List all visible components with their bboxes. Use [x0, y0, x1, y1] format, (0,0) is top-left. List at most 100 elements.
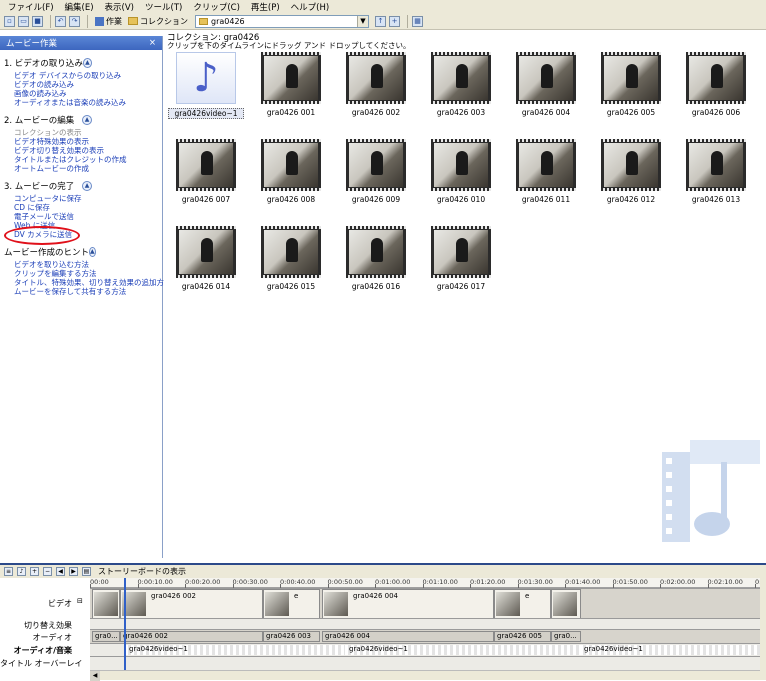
collection-clip[interactable]: gra0426 004 [516, 52, 576, 120]
task-link[interactable]: ビデオを取り込む方法 [14, 260, 162, 269]
rewind-icon[interactable]: ◀ [56, 567, 65, 576]
video-clip[interactable]: e [494, 589, 551, 619]
menu-item[interactable]: 再生(P) [251, 1, 280, 13]
video-clip-thumbnail[interactable] [516, 139, 576, 191]
timeline-ruler[interactable]: 00:00 0:00:10.00 0:00:20.00 0:00:30.00 0:00:… [90, 578, 766, 588]
task-link[interactable]: ビデオ デバイスからの取り込み [14, 71, 162, 80]
play-icon[interactable]: ▶ [69, 567, 78, 576]
new-project-icon[interactable]: ▫ [4, 15, 15, 27]
collection-clip[interactable]: gra0426 013 [686, 139, 746, 207]
narrate-icon[interactable]: ♪ [17, 567, 26, 576]
task-link[interactable]: オーディオまたは音楽の読み込み [14, 98, 162, 107]
video-clip[interactable]: gra0426 004 [322, 589, 494, 619]
storyboard-toggle[interactable]: ストーリーボードの表示 [98, 566, 186, 577]
close-icon[interactable]: × [149, 38, 156, 48]
chevron-up-icon[interactable]: ▲ [82, 115, 92, 125]
zoom-out-icon[interactable]: − [43, 567, 52, 576]
task-link[interactable]: コンピュータに保存 [14, 194, 162, 203]
collection-clip[interactable]: gra0426 010 [431, 139, 491, 207]
collection-clip[interactable]: gra0426 008 [261, 139, 321, 207]
video-clip-thumbnail[interactable] [686, 52, 746, 104]
chevron-down-icon[interactable]: ▼ [357, 15, 368, 27]
vertical-scrollbar[interactable] [760, 578, 766, 680]
collection-clip[interactable]: gra0426 006 [686, 52, 746, 120]
chevron-up-icon[interactable]: ▲ [82, 58, 92, 68]
expand-icon[interactable]: ⊟ [77, 597, 83, 605]
music-clip[interactable]: gra0426video~1 [345, 645, 580, 655]
video-clip[interactable]: gra0426 002 [120, 589, 263, 619]
audio-clip[interactable]: gra0426 004 [322, 631, 494, 642]
video-clip-thumbnail[interactable] [431, 226, 491, 278]
video-clip-thumbnail[interactable] [601, 139, 661, 191]
chevron-up-icon[interactable]: ▲ [89, 247, 96, 257]
audio-track[interactable]: gra0... gra0426 002 gra0426 003 gra0426 004… [90, 629, 766, 643]
collection-clip[interactable]: gra0426 014 [176, 226, 236, 294]
redo-icon[interactable]: ↷ [69, 15, 80, 27]
task-section-title[interactable]: 3. ムービーの完了 ▲ [4, 180, 162, 192]
tasks-button[interactable]: 作業 [92, 15, 125, 28]
view-options-icon[interactable]: ▦ [412, 15, 423, 27]
menu-item[interactable]: 編集(E) [65, 1, 94, 13]
video-clip-thumbnail[interactable] [346, 139, 406, 191]
task-section-title[interactable]: 2. ムービーの編集 ▲ [4, 114, 162, 126]
audio-clip-thumbnail[interactable]: ♪ [176, 52, 236, 104]
video-clip-thumbnail[interactable] [601, 52, 661, 104]
undo-icon[interactable]: ↶ [55, 15, 66, 27]
menu-item[interactable]: クリップ(C) [193, 1, 240, 13]
music-clip[interactable]: gra0426video~1 [125, 645, 345, 655]
video-clip-thumbnail[interactable] [516, 52, 576, 104]
collection-clip[interactable]: gra0426 015 [261, 226, 321, 294]
collection-select[interactable]: gra0426 ▼ [195, 14, 369, 28]
playhead[interactable] [124, 578, 126, 670]
menu-item[interactable]: ツール(T) [145, 1, 182, 13]
collection-clip[interactable]: gra0426 001 [261, 52, 321, 120]
video-clip[interactable]: e [263, 589, 320, 619]
new-folder-icon[interactable]: + [389, 15, 400, 27]
up-folder-icon[interactable]: ↑ [375, 15, 386, 27]
video-clip-thumbnail[interactable] [431, 139, 491, 191]
video-clip-thumbnail[interactable] [261, 226, 321, 278]
open-project-icon[interactable]: ▭ [18, 15, 29, 27]
task-section-title[interactable]: ムービー作成のヒント ▲ [4, 246, 162, 258]
collection-clip[interactable]: gra0426 012 [601, 139, 661, 207]
collection-clip[interactable]: gra0426 009 [346, 139, 406, 207]
task-link[interactable]: クリップを編集する方法 [14, 269, 162, 278]
video-clip-thumbnail[interactable] [176, 226, 236, 278]
zoom-in-icon[interactable]: + [30, 567, 39, 576]
task-link[interactable]: タイトル、特殊効果、切り替え効果の追加方法 [14, 278, 172, 287]
collection-clip[interactable]: gra0426 016 [346, 226, 406, 294]
music-track[interactable]: gra0426video~1 gra0426video~1 gra0426video… [90, 643, 766, 656]
transition-track[interactable] [90, 618, 766, 629]
video-track[interactable]: gra0426 002 e gra0426 004 e [90, 588, 766, 619]
task-link[interactable]: 電子メールで送信 [14, 212, 162, 221]
task-link[interactable]: 画像の読み込み [14, 89, 162, 98]
video-clip-thumbnail[interactable] [686, 139, 746, 191]
video-clip-thumbnail[interactable] [346, 226, 406, 278]
audio-clip[interactable]: gra0... [92, 631, 120, 642]
task-link[interactable]: ビデオ特殊効果の表示 [14, 137, 162, 146]
collection-clip[interactable]: gra0426 011 [516, 139, 576, 207]
video-clip-thumbnail[interactable] [261, 52, 321, 104]
video-clip[interactable] [92, 589, 120, 619]
collection-clip[interactable]: gra0426 002 [346, 52, 406, 120]
video-clip[interactable] [551, 589, 581, 619]
title-overlay-track[interactable] [90, 656, 766, 670]
chevron-up-icon[interactable]: ▲ [82, 181, 92, 191]
task-link[interactable]: タイトルまたはクレジットの作成 [14, 155, 162, 164]
task-section-title[interactable]: 1. ビデオの取り込み ▲ [4, 57, 162, 69]
save-project-icon[interactable]: ■ [32, 15, 43, 27]
menu-item[interactable]: ファイル(F) [8, 1, 54, 13]
collection-clip[interactable]: gra0426 007 [176, 139, 236, 207]
task-link[interactable]: オートムービーの作成 [14, 164, 162, 173]
task-link[interactable]: ビデオの読み込み [14, 80, 162, 89]
video-clip-thumbnail[interactable] [431, 52, 491, 104]
collection-clip[interactable]: gra0426 017 [431, 226, 491, 294]
collections-button[interactable]: コレクション [125, 15, 191, 28]
video-clip-thumbnail[interactable] [176, 139, 236, 191]
menu-item[interactable]: ヘルプ(H) [291, 1, 330, 13]
collection-clip[interactable]: gra0426 003 [431, 52, 491, 120]
set-audio-levels-icon[interactable]: ≡ [4, 567, 13, 576]
collection-clip[interactable]: ♪ gra0426video~1 [168, 52, 244, 120]
menu-item[interactable]: 表示(V) [105, 1, 134, 13]
storyboard-icon[interactable]: ▤ [82, 567, 91, 576]
